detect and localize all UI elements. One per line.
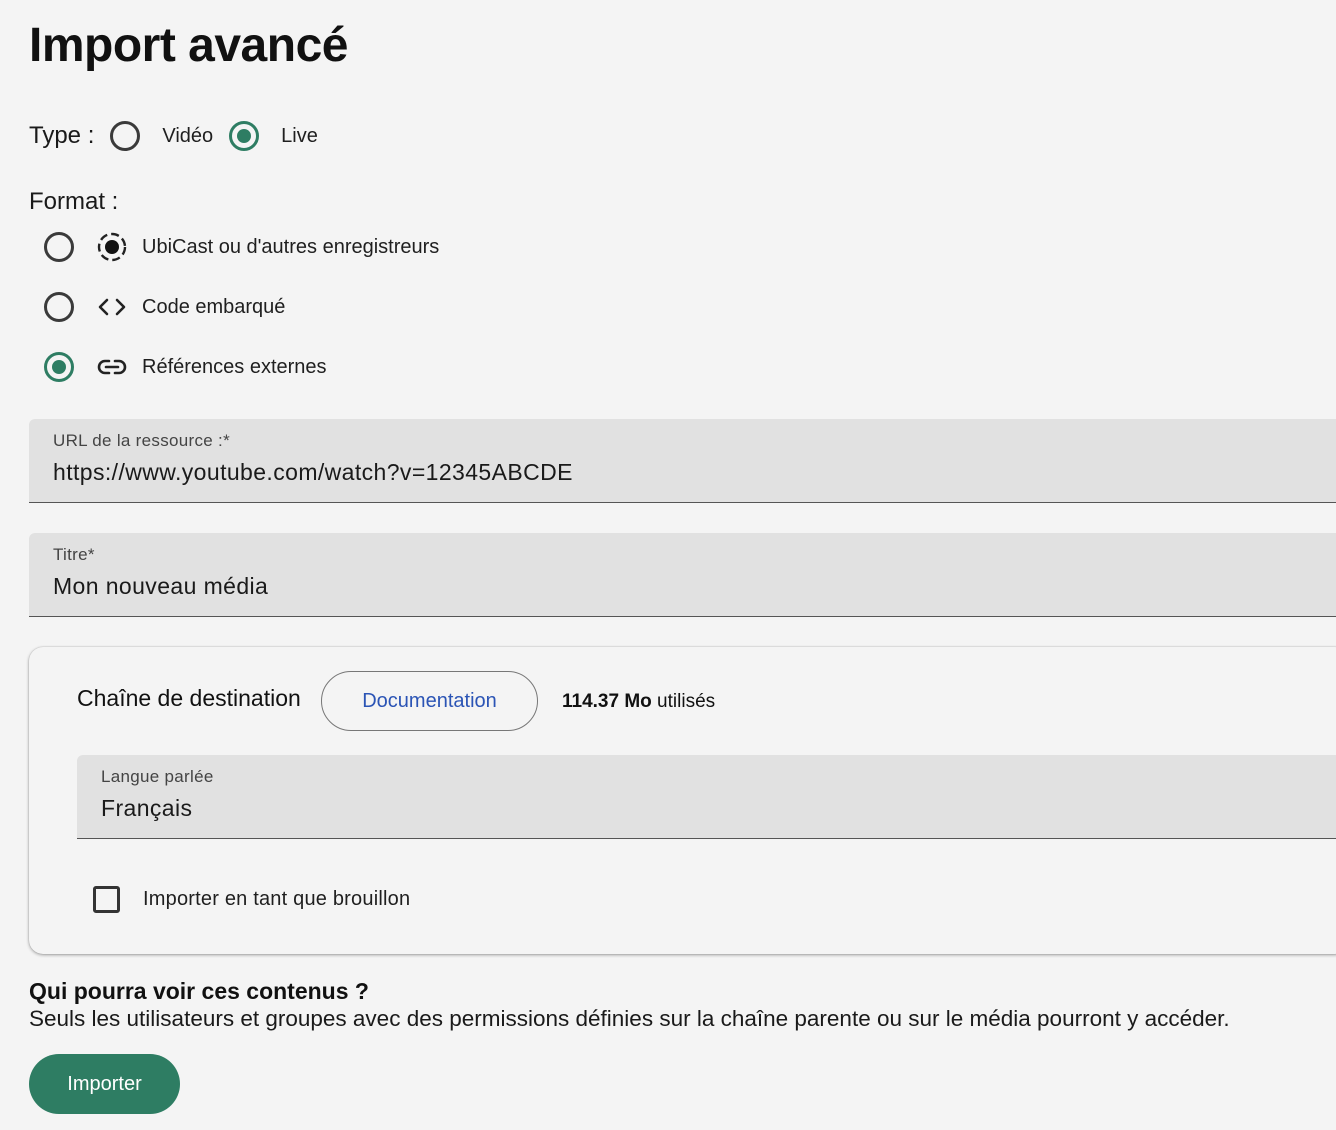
record-icon — [96, 231, 128, 263]
format-option-external[interactable]: Références externes — [44, 351, 327, 383]
format-embed-radio[interactable] — [44, 292, 74, 322]
format-option-ubicast[interactable]: UbiCast ou d'autres enregistreurs — [44, 231, 439, 263]
documentation-button[interactable]: Documentation — [321, 671, 538, 731]
draft-checkbox[interactable] — [93, 886, 120, 913]
type-live-label[interactable]: Live — [281, 125, 318, 148]
format-option-embed[interactable]: Code embarqué — [44, 291, 285, 323]
import-button[interactable]: Importer — [29, 1054, 180, 1114]
title-field-label: Titre* — [53, 545, 95, 564]
url-field[interactable]: URL de la ressource :* https://www.youtu… — [29, 419, 1336, 503]
format-embed-label[interactable]: Code embarqué — [142, 296, 285, 319]
type-option-video[interactable]: Vidéo — [110, 121, 229, 151]
format-external-radio[interactable] — [44, 352, 74, 382]
type-video-radio[interactable] — [110, 121, 141, 151]
language-select[interactable]: Langue parlée Français — [77, 755, 1336, 839]
draft-option[interactable]: Importer en tant que brouillon — [93, 886, 410, 913]
title-field[interactable]: Titre* Mon nouveau média — [29, 533, 1336, 617]
format-ubicast-label[interactable]: UbiCast ou d'autres enregistreurs — [142, 236, 439, 259]
draft-label[interactable]: Importer en tant que brouillon — [143, 888, 410, 911]
type-option-live[interactable]: Live — [229, 121, 334, 151]
url-input[interactable]: https://www.youtube.com/watch?v=12345ABC… — [53, 459, 1312, 486]
language-field-label: Langue parlée — [101, 767, 214, 786]
type-selector: Type : Vidéo Live — [29, 118, 334, 154]
type-label: Type : — [29, 122, 95, 149]
link-icon — [96, 351, 128, 383]
format-ubicast-radio[interactable] — [44, 232, 74, 262]
title-input[interactable]: Mon nouveau média — [53, 573, 1312, 600]
code-icon — [96, 291, 128, 323]
visibility-title: Qui pourra voir ces contenus ? — [29, 978, 369, 1004]
storage-usage: 114.37 Mo utilisés — [562, 691, 715, 713]
destination-channel-label: Chaîne de destination — [77, 685, 301, 711]
page-title: Import avancé — [29, 19, 348, 72]
url-field-label: URL de la ressource :* — [53, 431, 230, 450]
advanced-import-page: Import avancé Type : Vidéo Live Format :… — [0, 0, 1336, 1130]
language-value[interactable]: Français — [101, 795, 1325, 822]
visibility-text: Seuls les utilisateurs et groupes avec d… — [29, 1006, 1230, 1031]
destination-card: Chaîne de destination Documentation 114.… — [29, 647, 1336, 954]
storage-usage-suffix: utilisés — [651, 691, 716, 712]
type-video-label[interactable]: Vidéo — [162, 125, 213, 148]
format-label: Format : — [29, 188, 119, 215]
format-external-label[interactable]: Références externes — [142, 356, 327, 379]
storage-usage-value: 114.37 Mo — [562, 691, 652, 712]
type-live-radio[interactable] — [229, 121, 260, 151]
